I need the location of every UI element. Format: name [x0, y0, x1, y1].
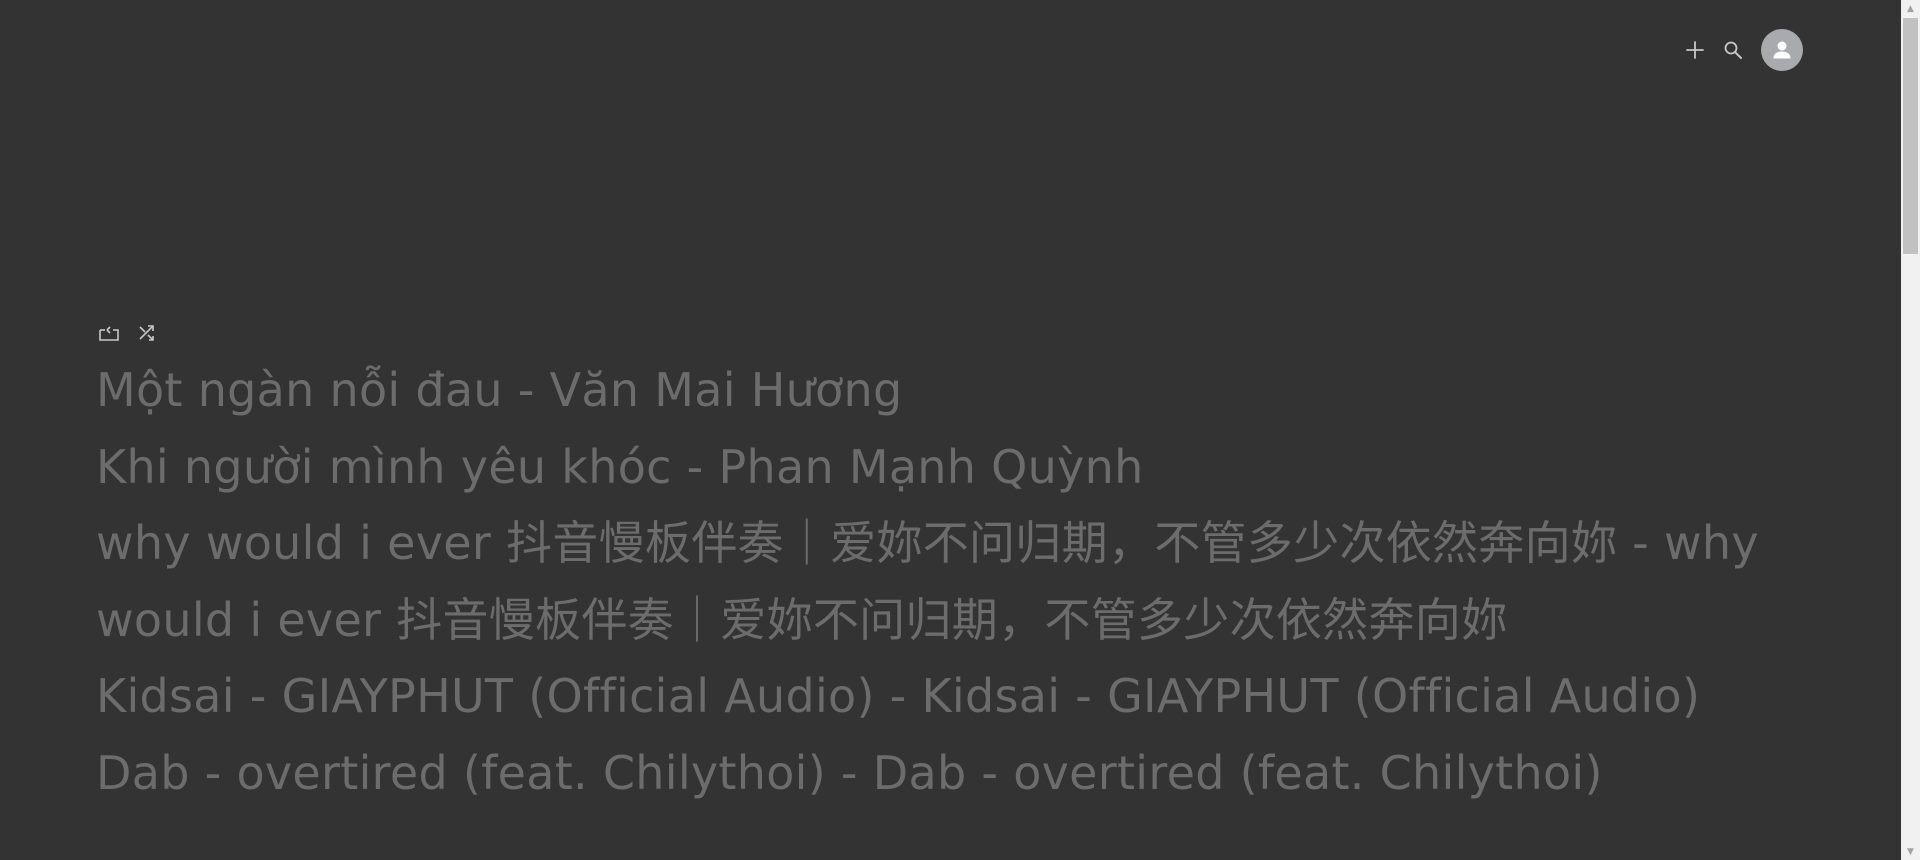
user-icon [1773, 41, 1791, 59]
track-list: Một ngàn nỗi đau - Văn Mai Hương Khi ngư… [96, 352, 1796, 811]
shuffle-icon [139, 325, 154, 341]
repeat-icon [99, 326, 119, 341]
scrollbar-thumb[interactable] [1903, 18, 1918, 254]
user-avatar-button[interactable] [1761, 29, 1803, 71]
top-toolbar [1683, 29, 1803, 71]
repeat-button[interactable] [97, 321, 121, 345]
search-icon [1724, 41, 1742, 59]
add-button[interactable] [1683, 38, 1707, 62]
music-app-page: Một ngàn nỗi đau - Văn Mai Hương Khi ngư… [0, 0, 1920, 860]
scroll-up-arrow-icon[interactable]: ▲ [1901, 0, 1920, 17]
track-item[interactable]: Một ngàn nỗi đau - Văn Mai Hương [96, 352, 1796, 429]
vertical-scrollbar[interactable]: ▲ ▼ [1901, 0, 1920, 860]
track-item[interactable]: Dab - overtired (feat. Chilythoi) - Dab … [96, 735, 1796, 812]
search-button[interactable] [1721, 38, 1745, 62]
track-item[interactable]: why would i ever 抖音慢板伴奏｜爱妳不问归期，不管多少次依然奔向… [96, 505, 1796, 658]
track-item[interactable]: Khi người mình yêu khóc - Phan Mạnh Quỳn… [96, 429, 1796, 506]
track-item[interactable]: Kidsai - GIAYPHUT (Official Audio) - Kid… [96, 658, 1796, 735]
playback-controls [97, 321, 159, 345]
shuffle-button[interactable] [135, 321, 159, 345]
plus-icon [1686, 41, 1704, 59]
scroll-down-arrow-icon[interactable]: ▼ [1901, 843, 1920, 860]
